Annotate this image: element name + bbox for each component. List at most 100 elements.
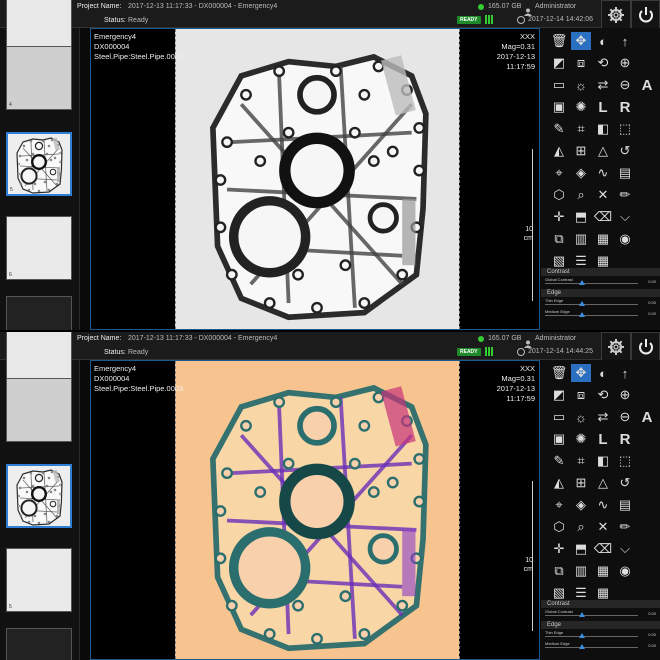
tool-sun-button[interactable]: ✺ <box>571 430 591 448</box>
slider-track[interactable] <box>545 615 638 616</box>
slider-thumb[interactable] <box>579 633 585 638</box>
image-viewport[interactable]: Emergency4 DX000004 Steel.Pipe:Steel.Pipe.… <box>90 360 540 660</box>
tool-display-button[interactable]: ▦ <box>593 562 613 580</box>
tool-contrast-button[interactable]: ◐ <box>593 32 613 50</box>
tool-select-button[interactable]: ⬡ <box>549 518 569 536</box>
global-contrast-slider[interactable]: Global Contrast 0.00 <box>541 609 660 618</box>
slider-track[interactable] <box>545 636 638 637</box>
tool-move-button[interactable]: ✥ <box>571 32 591 50</box>
tool-fill-button[interactable]: ◧ <box>593 452 613 470</box>
tool-document-button[interactable]: ▤ <box>615 164 635 182</box>
tool-pin-button[interactable]: ⌵ <box>615 208 635 226</box>
tool-eye-button[interactable]: ◉ <box>615 562 635 580</box>
slider-thumb[interactable] <box>579 280 585 285</box>
tool-rect-select-button[interactable]: ⬚ <box>615 452 635 470</box>
tool-crosshair-button[interactable]: ✛ <box>549 540 569 558</box>
tool-arrow-up-button[interactable]: ↑ <box>615 364 635 382</box>
tool-magnify-button[interactable]: ⌕ <box>571 518 591 536</box>
tool-eraser-button[interactable]: ⌫ <box>593 540 613 558</box>
tool-edit-curve-button[interactable]: ◩ <box>549 54 569 72</box>
tool-crosshair-button[interactable]: ✛ <box>549 208 569 226</box>
thumbnail-item[interactable] <box>6 464 72 528</box>
tool-pencil-button[interactable]: ✏ <box>615 518 635 536</box>
tool-mirror-button[interactable]: ⧈ <box>571 54 591 72</box>
tool-undo-button[interactable]: ↺ <box>615 142 635 160</box>
slider-thumb[interactable] <box>579 301 585 306</box>
tool-rotate-button[interactable]: ⟲ <box>593 386 613 404</box>
tool-eraser-button[interactable]: ⌫ <box>593 208 613 226</box>
slider-thumb[interactable] <box>579 644 585 649</box>
tool-mirror-button[interactable]: ⧈ <box>571 386 591 404</box>
tool-rectangle-button[interactable]: ▭ <box>549 408 569 426</box>
slider-track[interactable] <box>545 647 638 648</box>
medium-edge-slider[interactable]: Medium Edge 0.00 <box>541 309 660 318</box>
tool-copy-button[interactable]: ⧉ <box>549 562 569 580</box>
tool-fill-button[interactable]: ◧ <box>593 120 613 138</box>
xray-image[interactable] <box>175 361 459 659</box>
thumbnail-item[interactable] <box>6 628 72 660</box>
thin-edge-slider[interactable]: Thin Edge 0.00 <box>541 298 660 307</box>
tool-histogram-button[interactable]: ▥ <box>571 230 591 248</box>
tool-edit-curve-button[interactable]: ◩ <box>549 386 569 404</box>
tool-rotate-button[interactable]: ⟲ <box>593 54 613 72</box>
tool-brightness-button[interactable]: ☼ <box>571 76 591 94</box>
slider-thumb[interactable] <box>579 612 585 617</box>
tool-grid-button[interactable]: ⊞ <box>571 142 591 160</box>
thin-edge-slider[interactable]: Thin Edge 0.00 <box>541 630 660 639</box>
tool-L-button[interactable]: L <box>593 98 613 116</box>
tool-eye-button[interactable]: ◉ <box>615 230 635 248</box>
tool-grid-button[interactable]: ⊞ <box>571 474 591 492</box>
tool-brightness-button[interactable]: ☼ <box>571 408 591 426</box>
medium-edge-slider[interactable]: Medium Edge 0.00 <box>541 641 660 650</box>
slider-track[interactable] <box>545 315 638 316</box>
tool-pen-button[interactable]: ✎ <box>549 120 569 138</box>
tool-triangle-button[interactable]: △ <box>593 474 613 492</box>
tool-sun-button[interactable]: ✺ <box>571 98 591 116</box>
slider-track[interactable] <box>545 283 638 284</box>
power-button[interactable] <box>631 332 660 362</box>
thumbnail-item[interactable]: 5 <box>6 132 72 196</box>
tool-frame-button[interactable]: ▣ <box>549 430 569 448</box>
tool-flip-button[interactable]: ⇄ <box>593 76 613 94</box>
tool-undo-button[interactable]: ↺ <box>615 474 635 492</box>
slider-track[interactable] <box>545 304 638 305</box>
tool-copy-button[interactable]: ⧉ <box>549 230 569 248</box>
image-viewport[interactable]: Emergency4 DX000004 Steel.Pipe:Steel.Pipe.… <box>90 28 540 330</box>
tool-trash-button[interactable]: 🗑 <box>549 32 569 50</box>
xray-image[interactable] <box>175 29 459 329</box>
tool-pin-button[interactable]: ⌵ <box>615 540 635 558</box>
tool-triangle-button[interactable]: △ <box>593 142 613 160</box>
thumbnail-item[interactable] <box>6 296 72 330</box>
tool-select-button[interactable]: ⬡ <box>549 186 569 204</box>
tool-label-button[interactable]: ⌖ <box>549 496 569 514</box>
tool-pencil-button[interactable]: ✏ <box>615 186 635 204</box>
settings-button[interactable] <box>601 332 631 362</box>
global-contrast-slider[interactable]: Global Contrast 0.00 <box>541 277 660 286</box>
tool-magnify-button[interactable]: ⌕ <box>571 186 591 204</box>
tool-document-button[interactable]: ▤ <box>615 496 635 514</box>
tool-emboss-button[interactable]: ◈ <box>571 496 591 514</box>
tool-emboss-button[interactable]: ◈ <box>571 164 591 182</box>
tool-zoom-out-button[interactable]: ⊖ <box>615 408 635 426</box>
tool-flip-button[interactable]: ⇄ <box>593 408 613 426</box>
tool-contrast-button[interactable]: ◐ <box>593 364 613 382</box>
tool-zoom-in-button[interactable]: ⊕ <box>615 54 635 72</box>
tool-label-button[interactable]: ⌖ <box>549 164 569 182</box>
thumbnail-item[interactable]: 5 <box>6 548 72 612</box>
tool-tone-button[interactable]: ◭ <box>549 142 569 160</box>
thumbnail-item[interactable]: 4 <box>6 46 72 110</box>
tool-trash-button[interactable]: 🗑 <box>549 364 569 382</box>
tool-reset-button[interactable]: ✕ <box>593 518 613 536</box>
tool-zoom-in-button[interactable]: ⊕ <box>615 386 635 404</box>
tool-histogram-button[interactable]: ▥ <box>571 562 591 580</box>
tool-region-button[interactable]: ⬒ <box>571 540 591 558</box>
tool-R-button[interactable]: R <box>615 98 635 116</box>
tool-reset-button[interactable]: ✕ <box>593 186 613 204</box>
tool-a-button[interactable]: A <box>637 408 657 426</box>
tool-rect-select-button[interactable]: ⬚ <box>615 120 635 138</box>
tool-move-button[interactable]: ✥ <box>571 364 591 382</box>
thumbnail-item[interactable] <box>6 378 72 442</box>
tool-zoom-out-button[interactable]: ⊖ <box>615 76 635 94</box>
slider-thumb[interactable] <box>579 312 585 317</box>
thumbnail-item[interactable]: 6 <box>6 216 72 280</box>
